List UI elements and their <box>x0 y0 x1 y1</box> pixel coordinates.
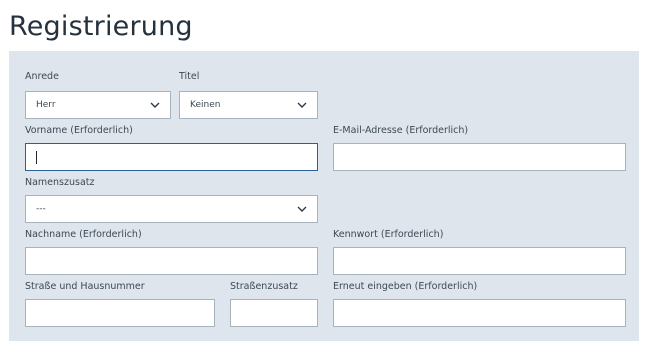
nachname-input[interactable] <box>25 247 318 275</box>
kennwort-repeat-input[interactable] <box>333 299 626 327</box>
chevron-down-icon <box>297 206 307 212</box>
kennwort-repeat-label: Erneut eingeben (Erforderlich) <box>333 281 478 292</box>
titel-label: Titel <box>179 71 200 82</box>
strasse-label: Straße und Hausnummer <box>25 281 145 292</box>
kennwort-input[interactable] <box>333 247 626 275</box>
email-label: E-Mail-Adresse (Erforderlich) <box>333 125 469 136</box>
chevron-down-icon <box>297 102 307 108</box>
strassenzusatz-input[interactable] <box>230 299 318 327</box>
anrede-select[interactable]: Herr <box>25 91 171 119</box>
strasse-input[interactable] <box>25 299 215 327</box>
namenszusatz-label: Namenszusatz <box>25 177 95 188</box>
registration-form: Anrede Herr Titel Keinen Vorname (Erford… <box>9 51 639 341</box>
namenszusatz-select[interactable]: --- <box>25 195 318 223</box>
titel-select[interactable]: Keinen <box>179 91 318 119</box>
anrede-value: Herr <box>36 100 56 110</box>
text-caret <box>36 151 37 164</box>
chevron-down-icon <box>150 102 160 108</box>
titel-value: Keinen <box>190 100 221 110</box>
namenszusatz-value: --- <box>36 204 46 214</box>
anrede-label: Anrede <box>25 71 59 82</box>
email-input[interactable] <box>333 143 626 171</box>
page-title: Registrierung <box>9 11 193 42</box>
nachname-label: Nachname (Erforderlich) <box>25 229 142 240</box>
vorname-label: Vorname (Erforderlich) <box>25 125 133 136</box>
kennwort-label: Kennwort (Erforderlich) <box>333 229 444 240</box>
strassenzusatz-label: Straßenzusatz <box>230 281 298 292</box>
vorname-input[interactable] <box>25 143 318 171</box>
